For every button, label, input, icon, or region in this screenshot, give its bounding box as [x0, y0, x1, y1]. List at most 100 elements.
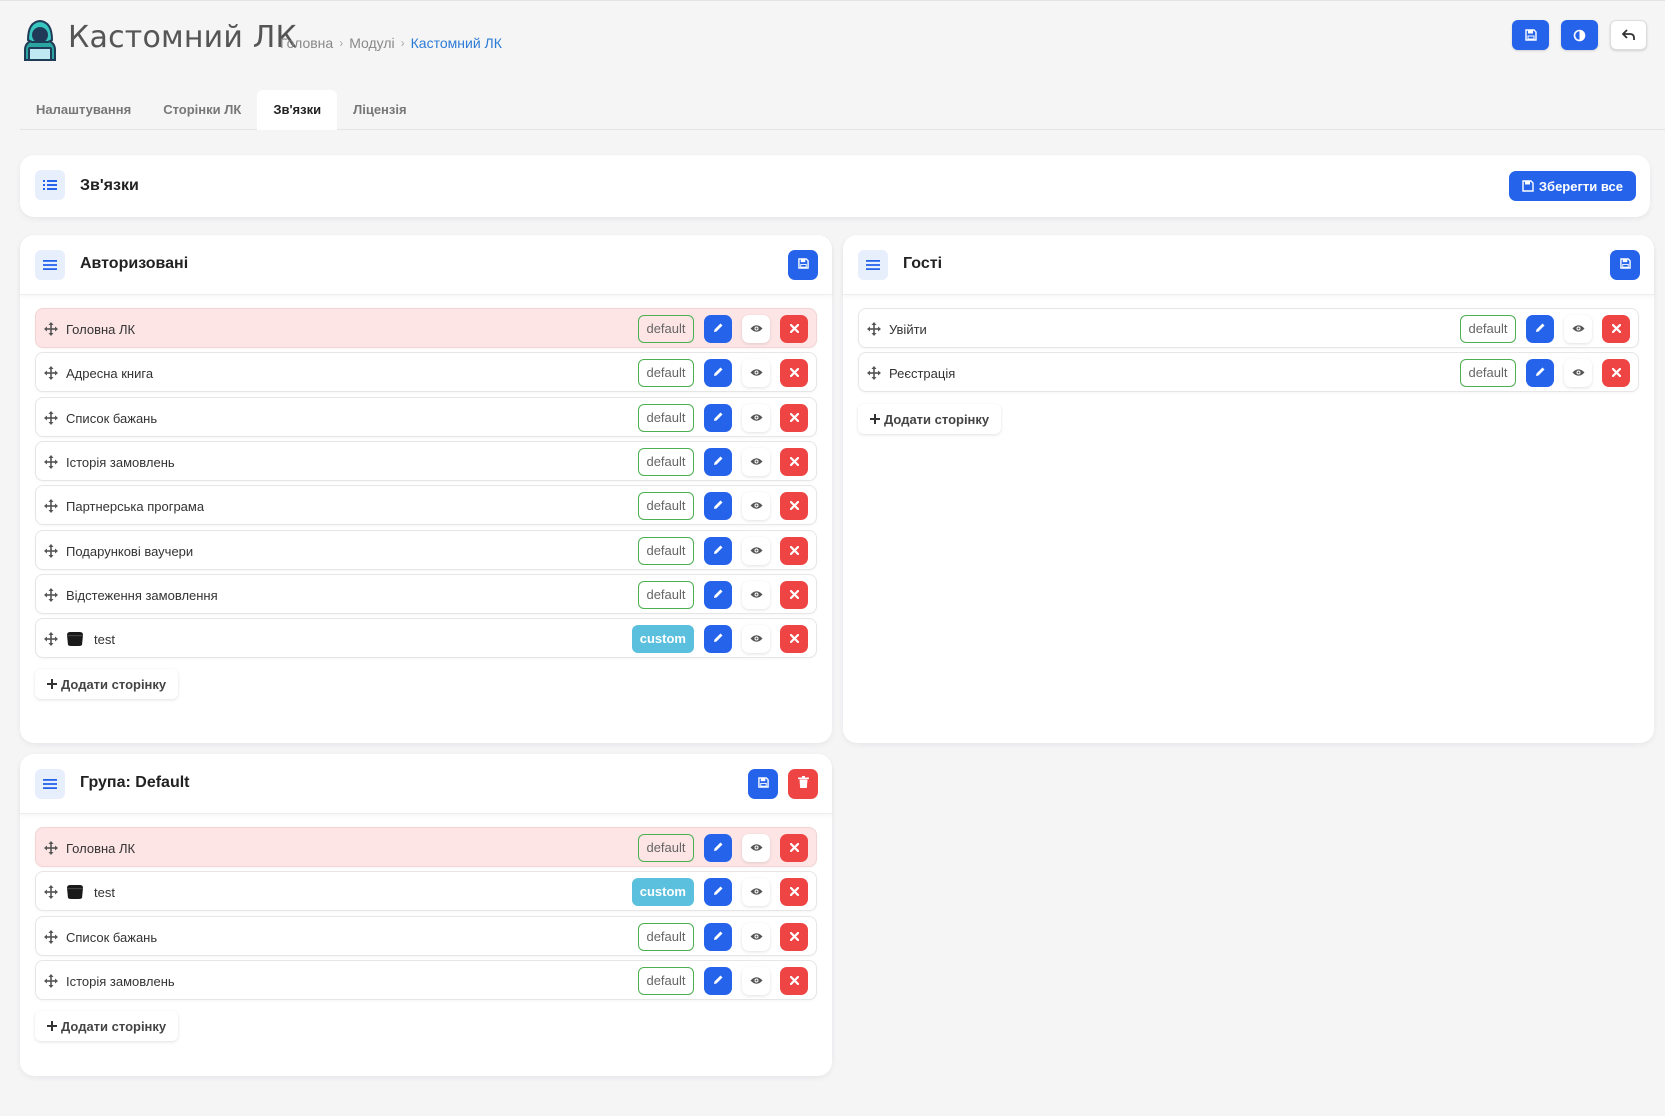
save-panel-button[interactable]: [788, 250, 818, 280]
list-item[interactable]: test custom: [35, 618, 817, 658]
tab-license[interactable]: Ліцензія: [337, 90, 422, 130]
view-button[interactable]: [742, 537, 770, 565]
delete-button[interactable]: [780, 359, 808, 387]
view-button[interactable]: [742, 834, 770, 862]
save-button[interactable]: [1512, 20, 1549, 50]
view-button[interactable]: [742, 492, 770, 520]
add-page-button[interactable]: Додати сторінку: [35, 669, 179, 699]
tab-pages[interactable]: Сторінки ЛК: [147, 90, 257, 130]
delete-button[interactable]: [780, 834, 808, 862]
view-button[interactable]: [742, 581, 770, 609]
floppy-disk-icon: [757, 775, 769, 793]
move-arrows-icon[interactable]: [44, 366, 58, 380]
x-icon: [1611, 364, 1621, 382]
view-button[interactable]: [742, 359, 770, 387]
list-item-label: Історія замовлень: [66, 974, 175, 989]
theme-toggle-button[interactable]: [1561, 20, 1598, 50]
list-item[interactable]: Список бажань default: [35, 916, 817, 956]
view-button[interactable]: [742, 923, 770, 951]
list-item[interactable]: Історія замовлень default: [35, 441, 817, 481]
save-panel-button[interactable]: [748, 769, 778, 799]
breadcrumb-modules-link[interactable]: Модулі: [349, 35, 394, 51]
move-arrows-icon[interactable]: [44, 499, 58, 513]
move-arrows-icon[interactable]: [44, 588, 58, 602]
view-button[interactable]: [1564, 359, 1592, 387]
move-arrows-icon[interactable]: [44, 411, 58, 425]
edit-button[interactable]: [704, 834, 732, 862]
edit-button[interactable]: [1526, 315, 1554, 343]
list-item-label: test: [94, 632, 115, 647]
delete-button[interactable]: [780, 537, 808, 565]
list-item[interactable]: test custom: [35, 871, 817, 911]
list-item-label: Подарункові ваучери: [66, 544, 194, 559]
edit-button[interactable]: [704, 404, 732, 432]
move-arrows-icon[interactable]: [44, 544, 58, 558]
list-item[interactable]: Головна ЛК default: [35, 308, 817, 348]
move-arrows-icon[interactable]: [44, 841, 58, 855]
breadcrumb-home-link[interactable]: Головна: [280, 35, 333, 51]
delete-button[interactable]: [780, 625, 808, 653]
move-arrows-icon[interactable]: [867, 322, 881, 336]
edit-button[interactable]: [704, 315, 732, 343]
view-button[interactable]: [742, 967, 770, 995]
edit-button[interactable]: [1526, 359, 1554, 387]
pencil-icon: [713, 320, 724, 338]
delete-button[interactable]: [780, 923, 808, 951]
edit-button[interactable]: [704, 359, 732, 387]
edit-button[interactable]: [704, 625, 732, 653]
move-arrows-icon[interactable]: [44, 930, 58, 944]
list-item[interactable]: Партнерська програма default: [35, 485, 817, 525]
tab-settings[interactable]: Налаштування: [20, 90, 147, 130]
save-panel-button[interactable]: [1610, 250, 1640, 280]
view-button[interactable]: [742, 625, 770, 653]
edit-button[interactable]: [704, 448, 732, 476]
move-arrows-icon[interactable]: [867, 366, 881, 380]
delete-button[interactable]: [780, 581, 808, 609]
pencil-icon: [1535, 364, 1546, 382]
row-actions: default: [638, 834, 808, 862]
move-arrows-icon[interactable]: [44, 322, 58, 336]
view-button[interactable]: [742, 315, 770, 343]
list-item[interactable]: Подарункові ваучери default: [35, 530, 817, 570]
move-arrows-icon[interactable]: [44, 632, 58, 646]
list-item[interactable]: Відстеження замовлення default: [35, 574, 817, 614]
move-arrows-icon[interactable]: [44, 974, 58, 988]
edit-button[interactable]: [704, 878, 732, 906]
delete-button[interactable]: [780, 878, 808, 906]
panel-actions: [748, 769, 818, 799]
edit-button[interactable]: [704, 581, 732, 609]
delete-button[interactable]: [1602, 315, 1630, 343]
view-button[interactable]: [1564, 315, 1592, 343]
delete-button[interactable]: [780, 315, 808, 343]
add-page-button[interactable]: Додати сторінку: [35, 1011, 179, 1041]
back-button[interactable]: [1610, 20, 1647, 50]
add-page-button[interactable]: Додати сторінку: [858, 404, 1002, 434]
x-icon: [789, 972, 799, 990]
list-item[interactable]: Список бажань default: [35, 397, 817, 437]
delete-button[interactable]: [1602, 359, 1630, 387]
delete-button[interactable]: [780, 448, 808, 476]
view-button[interactable]: [742, 878, 770, 906]
delete-group-button[interactable]: [788, 769, 818, 799]
section-title: Зв'язки: [80, 177, 139, 194]
move-arrows-icon[interactable]: [44, 885, 58, 899]
edit-button[interactable]: [704, 967, 732, 995]
type-badge: default: [638, 834, 694, 862]
edit-button[interactable]: [704, 492, 732, 520]
list-item[interactable]: Увійти default: [858, 308, 1639, 348]
delete-button[interactable]: [780, 967, 808, 995]
list-item[interactable]: Адресна книга default: [35, 352, 817, 392]
move-arrows-icon[interactable]: [44, 455, 58, 469]
list-item[interactable]: Реєстрація default: [858, 352, 1639, 392]
list-item[interactable]: Головна ЛК default: [35, 827, 817, 867]
view-button[interactable]: [742, 404, 770, 432]
breadcrumb-current-link[interactable]: Кастомний ЛК: [411, 35, 502, 51]
tab-links[interactable]: Зв'язки: [257, 90, 338, 130]
delete-button[interactable]: [780, 404, 808, 432]
edit-button[interactable]: [704, 537, 732, 565]
edit-button[interactable]: [704, 923, 732, 951]
save-all-button[interactable]: Зберегти все: [1508, 171, 1636, 201]
list-item[interactable]: Історія замовлень default: [35, 960, 817, 1000]
view-button[interactable]: [742, 448, 770, 476]
delete-button[interactable]: [780, 492, 808, 520]
